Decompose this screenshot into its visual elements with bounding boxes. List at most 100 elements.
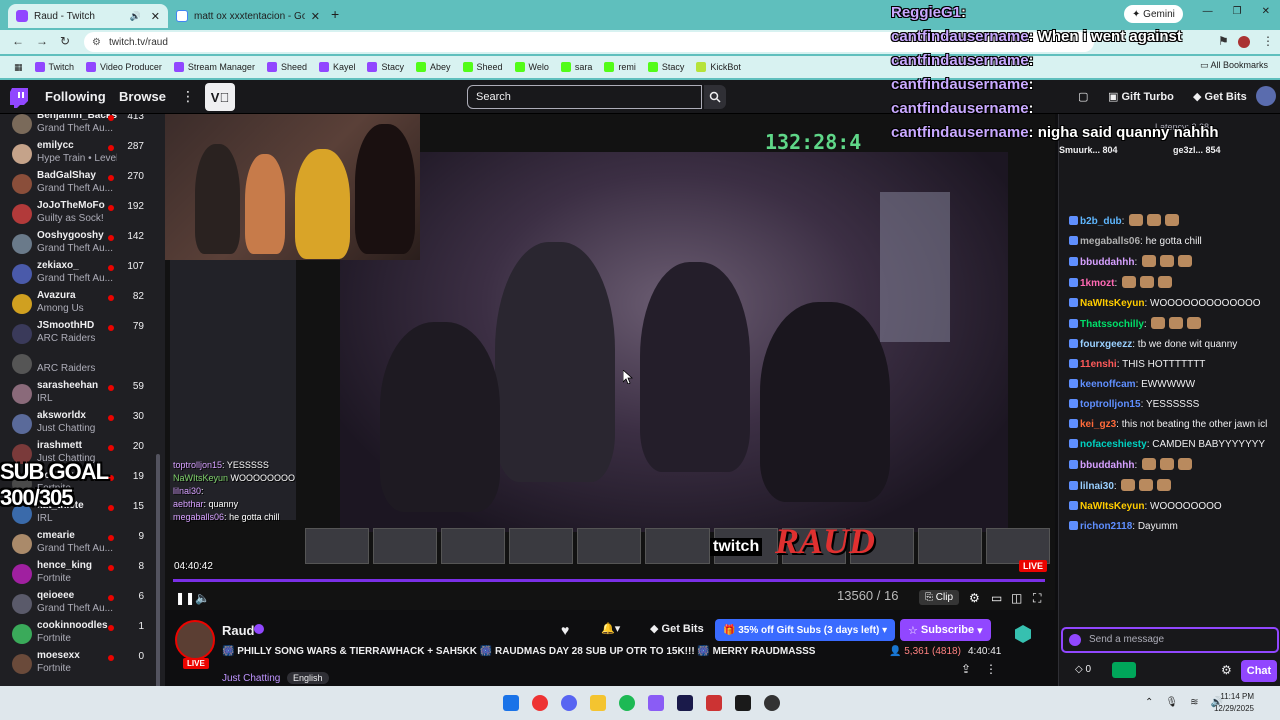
chat-username[interactable]: lilnai30 xyxy=(1080,481,1114,492)
following-link[interactable]: Following xyxy=(45,89,106,104)
browser-menu-icon[interactable]: ⋮ xyxy=(1262,34,1274,48)
chat-username[interactable]: nofaceshiesty xyxy=(1080,439,1147,450)
chat-username[interactable]: megaballs06 xyxy=(1080,236,1140,247)
profile-avatar[interactable] xyxy=(1238,36,1250,48)
gift-icon[interactable] xyxy=(1112,662,1136,678)
minimize-icon[interactable]: — xyxy=(1203,6,1213,17)
obs-icon[interactable] xyxy=(764,695,780,711)
browse-link[interactable]: Browse xyxy=(119,89,166,104)
bookmark-item[interactable]: Stacy xyxy=(363,62,408,72)
bookmark-item[interactable]: Stream Manager xyxy=(170,62,259,72)
sidebar-channel[interactable]: hence_king Fortnite 8 xyxy=(0,558,160,588)
get-bits-button[interactable]: ◆ Get Bits xyxy=(1193,90,1247,103)
sidebar-channel[interactable]: JSmoothHD ARC Raiders 79 xyxy=(0,318,160,348)
sidebar-scrollbar[interactable] xyxy=(156,454,160,686)
apps-icon[interactable]: ▦ xyxy=(10,62,27,73)
sidebar-channel[interactable]: JoJoTheMoFo Guilty as Sock! 192 xyxy=(0,198,160,228)
more-options-icon[interactable]: ⋮ xyxy=(985,662,997,676)
bookmark-item[interactable]: Abey xyxy=(412,62,455,72)
chat-username[interactable]: NaWItsKeyun xyxy=(1080,298,1144,309)
close-tab-icon[interactable]: ✕ xyxy=(151,10,160,23)
user-avatar[interactable] xyxy=(1256,86,1276,106)
settings-icon[interactable]: ⚙ xyxy=(969,591,980,605)
extension-cube-icon[interactable] xyxy=(1015,625,1031,643)
chat-username[interactable]: 1kmozt xyxy=(1080,278,1114,289)
bookmark-item[interactable]: remi xyxy=(600,62,640,72)
chat-username[interactable]: kei_gz3 xyxy=(1080,419,1116,430)
volume-icon[interactable]: 🔈 xyxy=(195,591,210,605)
copilot-icon[interactable] xyxy=(648,695,664,711)
sidebar-channel[interactable]: BadGalShay Grand Theft Au... 270 xyxy=(0,168,160,198)
leaderboard-entry[interactable]: ge3zl... 854 xyxy=(1173,145,1221,155)
start-icon[interactable] xyxy=(503,695,519,711)
chevron-up-icon[interactable]: ⌃ xyxy=(1145,697,1153,708)
reload-icon[interactable]: ↻ xyxy=(60,34,70,48)
streamer-name[interactable]: Raud xyxy=(222,623,255,638)
bookmark-item[interactable]: Sheed xyxy=(263,62,311,72)
theatre-mode-icon[interactable]: ▭ xyxy=(991,591,1002,605)
share-icon[interactable]: ⇪ xyxy=(961,662,971,676)
sidebar-channel[interactable]: cookinnoodles Fortnite 1 xyxy=(0,618,160,648)
side-panel-icon[interactable]: ◫ xyxy=(1011,591,1022,605)
leaderboard-entry[interactable]: Smuurk... 804 xyxy=(1059,145,1118,155)
forward-icon[interactable]: → xyxy=(36,34,48,48)
get-bits-button[interactable]: ◆ Get Bits xyxy=(650,622,704,635)
sidebar-channel[interactable]: moesexx Fortnite 0 xyxy=(0,648,160,678)
chat-username[interactable]: toptrolljon15 xyxy=(1080,399,1141,410)
close-window-icon[interactable]: ✕ xyxy=(1262,6,1270,17)
chat-settings-icon[interactable]: ⚙ xyxy=(1221,663,1232,677)
mic-icon[interactable]: 🎙 xyxy=(1165,697,1178,708)
chat-username[interactable]: bbuddahhh xyxy=(1080,257,1134,268)
bookmark-item[interactable]: Welo xyxy=(511,62,553,72)
bookmark-item[interactable]: KickBot xyxy=(692,62,745,72)
spotify-icon[interactable] xyxy=(619,695,635,711)
chat-username[interactable]: bbuddahhh xyxy=(1080,460,1134,471)
chat-username[interactable]: 11enshi xyxy=(1080,359,1117,370)
tab-raud-twitch[interactable]: Raud - Twitch 🔊 ✕ xyxy=(8,4,168,28)
clip-button[interactable]: ⎘ Clip xyxy=(919,590,960,605)
bookmark-item[interactable]: Video Producer xyxy=(82,62,166,72)
speaker-icon[interactable]: 🔊 xyxy=(130,11,141,22)
notifications-bell-icon[interactable]: 🔔▾ xyxy=(601,622,620,635)
category-link[interactable]: Just Chatting xyxy=(222,673,280,684)
bookmark-item[interactable]: Twitch xyxy=(31,62,79,72)
clock[interactable]: 11:14 PM 12/29/2025 xyxy=(1214,691,1254,715)
sidebar-channel[interactable]: aksworldx Just Chatting 30 xyxy=(0,408,160,438)
twitch-logo-icon[interactable] xyxy=(10,88,28,108)
chat-username[interactable]: Thatssochilly xyxy=(1080,319,1144,330)
subscribe-button[interactable]: ☆ Subscribe ▾ xyxy=(900,619,991,641)
chat-username[interactable]: richon2118 xyxy=(1080,521,1132,532)
fullscreen-icon[interactable]: ⛶ xyxy=(1033,591,1041,606)
chat-input[interactable]: Send a message xyxy=(1061,627,1279,653)
file-explorer-icon[interactable] xyxy=(590,695,606,711)
sidebar-channel[interactable]: Ooshygooshy Grand Theft Au... 142 xyxy=(0,228,160,258)
gift-turbo-button[interactable]: ▣ Gift Turbo xyxy=(1108,90,1174,103)
streamer-avatar[interactable] xyxy=(175,620,215,660)
bookmark-item[interactable]: Stacy xyxy=(644,62,689,72)
app-icon[interactable] xyxy=(706,695,722,711)
sidebar-channel[interactable]: sarasheehan IRL 59 xyxy=(0,378,160,408)
gemini-button[interactable]: ✦ Gemini xyxy=(1124,5,1183,23)
tab-google-search[interactable]: matt ox xxxtentacion - Google ✕ xyxy=(168,4,328,28)
chrome-icon[interactable] xyxy=(532,695,548,711)
search-button[interactable] xyxy=(704,85,726,109)
sidebar-channel[interactable]: zekiaxo_ Grand Theft Au... 107 xyxy=(0,258,160,288)
whispers-icon[interactable]: ▢ xyxy=(1078,90,1088,103)
language-tag[interactable]: English xyxy=(287,672,329,684)
chat-username[interactable]: keenoffcam xyxy=(1080,379,1136,390)
chat-username[interactable]: NaWItsKeyun xyxy=(1080,501,1144,512)
more-icon[interactable]: ⋮ xyxy=(181,88,195,105)
sidebar-channel[interactable]: ARC Raiders xyxy=(0,348,160,378)
video-player[interactable]: 132:28:4 toptrolljon15: YESSSSS NaWItsKe… xyxy=(165,114,1055,610)
sidebar-channel[interactable]: Avazura Among Us 82 xyxy=(0,288,160,318)
pause-icon[interactable]: ❚❚ xyxy=(175,591,195,605)
capcut-icon[interactable] xyxy=(735,695,751,711)
chat-username[interactable]: b2b_dub xyxy=(1080,216,1122,227)
premiere-icon[interactable] xyxy=(677,695,693,711)
address-bar[interactable]: ⚙ twitch.tv/raud xyxy=(84,32,1094,52)
player-progress-bar[interactable] xyxy=(173,579,1045,582)
follow-heart-icon[interactable]: ♥ xyxy=(561,622,569,638)
sidebar-channel[interactable]: qeioeee Grand Theft Au... 6 xyxy=(0,588,160,618)
sidebar-channel[interactable]: Benjamin_Backs Grand Theft Au... 413 xyxy=(0,114,160,138)
restore-icon[interactable]: ❐ xyxy=(1233,6,1242,17)
